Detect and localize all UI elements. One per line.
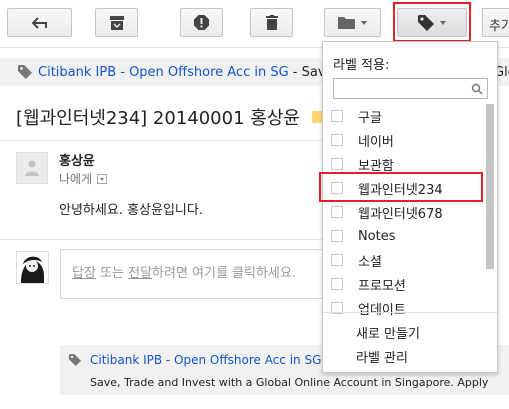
search-icon bbox=[471, 83, 483, 95]
reply-or: 또는 bbox=[95, 266, 129, 281]
ad-text: Citibank IPB - Open Offshore Acc in SG -… bbox=[38, 65, 326, 80]
label-checkbox[interactable] bbox=[331, 110, 343, 122]
details-dropdown-icon[interactable] bbox=[97, 173, 108, 184]
more-button[interactable]: 추가 bbox=[482, 8, 509, 37]
person-icon bbox=[25, 160, 39, 176]
label-checkbox[interactable] bbox=[331, 230, 343, 242]
reply-avatar bbox=[16, 251, 49, 284]
label-item-name: 업데이트 bbox=[358, 302, 406, 318]
label-item[interactable]: 구글 bbox=[323, 104, 483, 128]
label-item-name: 소셜 bbox=[358, 254, 382, 270]
label-item[interactable]: 소셜 bbox=[323, 248, 483, 272]
user-photo-icon bbox=[17, 252, 48, 283]
ad-link[interactable]: Citibank IPB - Open Offshore Acc in SG bbox=[38, 65, 289, 80]
label-checkbox[interactable] bbox=[331, 134, 343, 146]
chevron-down-icon bbox=[361, 20, 367, 25]
report-spam-button[interactable] bbox=[180, 8, 223, 37]
label-checkbox[interactable] bbox=[331, 158, 343, 170]
back-arrow-icon bbox=[31, 16, 47, 29]
label-item[interactable]: 네이버 bbox=[323, 128, 483, 152]
label-menu: 라벨 적용: 구글 네이버 보관함 웹과인터넷234 웹과인터넷678 Note… bbox=[322, 41, 498, 373]
archive-icon bbox=[109, 15, 124, 30]
scrollbar-thumb[interactable] bbox=[486, 104, 494, 269]
bottom-ad-title: Citibank IPB - Open Offshore Acc in SG bbox=[69, 353, 321, 367]
label-item-name: 보관함 bbox=[358, 158, 394, 174]
email-subject: [웹과인터넷234] 20140001 홍상윤 bbox=[16, 108, 300, 129]
message-body: 안녕하세요. 홍상윤입니다. bbox=[59, 203, 203, 218]
folder-icon bbox=[338, 17, 355, 29]
label-item[interactable]: Notes bbox=[323, 224, 483, 248]
label-item-name: 프로모션 bbox=[358, 278, 406, 294]
back-button[interactable] bbox=[7, 8, 72, 37]
reply-input[interactable]: 답장 또는 전달하려면 여기를 클릭하세요. bbox=[60, 249, 330, 299]
forward-link[interactable]: 전달 bbox=[128, 266, 152, 281]
label-search-input[interactable] bbox=[334, 80, 464, 100]
move-to-button[interactable] bbox=[324, 8, 381, 37]
highlight-box bbox=[319, 172, 483, 202]
sender-name: 홍상윤 bbox=[59, 154, 95, 169]
label-item-name: 네이버 bbox=[358, 134, 394, 150]
label-item-name: 구글 bbox=[358, 110, 382, 126]
label-checkbox[interactable] bbox=[331, 206, 343, 218]
ad-suffix: - Sav bbox=[288, 64, 326, 80]
recipient-line: 나에게 bbox=[59, 170, 108, 187]
trash-icon bbox=[265, 15, 278, 30]
label-checkbox[interactable] bbox=[331, 254, 343, 266]
report-spam-icon bbox=[194, 15, 209, 30]
tag-icon bbox=[18, 65, 32, 79]
tag-icon bbox=[69, 354, 81, 366]
label-item-name: Notes bbox=[358, 228, 396, 244]
divider bbox=[0, 140, 330, 141]
label-item[interactable]: 프로모션 bbox=[323, 272, 483, 296]
label-checkbox[interactable] bbox=[331, 278, 343, 290]
reply-link[interactable]: 답장 bbox=[72, 266, 96, 281]
archive-button[interactable] bbox=[95, 8, 138, 37]
recipient-label: 나에게 bbox=[59, 172, 93, 186]
manage-labels[interactable]: 라벨 관리 bbox=[356, 347, 408, 366]
label-item-name: 웹과인터넷678 bbox=[358, 206, 443, 222]
bottom-ad-link[interactable]: Citibank IPB - Open Offshore Acc in SG bbox=[90, 353, 321, 367]
label-menu-title: 라벨 적용: bbox=[333, 58, 390, 73]
menu-divider bbox=[323, 312, 497, 313]
label-item[interactable]: 업데이트 bbox=[323, 296, 483, 320]
avatar bbox=[16, 152, 48, 184]
create-new-label[interactable]: 새로 만들기 bbox=[356, 323, 420, 342]
label-search-field[interactable] bbox=[333, 78, 488, 100]
highlight-box bbox=[393, 2, 471, 42]
delete-button[interactable] bbox=[250, 8, 293, 37]
bottom-ad-description: Save, Trade and Invest with a Global Onl… bbox=[90, 376, 489, 389]
reply-hint: 하려면 여기를 클릭하세요. bbox=[152, 266, 296, 281]
divider bbox=[0, 239, 330, 240]
label-list-scrollbar[interactable] bbox=[486, 104, 494, 314]
label-item[interactable]: 웹과인터넷678 bbox=[323, 200, 483, 224]
